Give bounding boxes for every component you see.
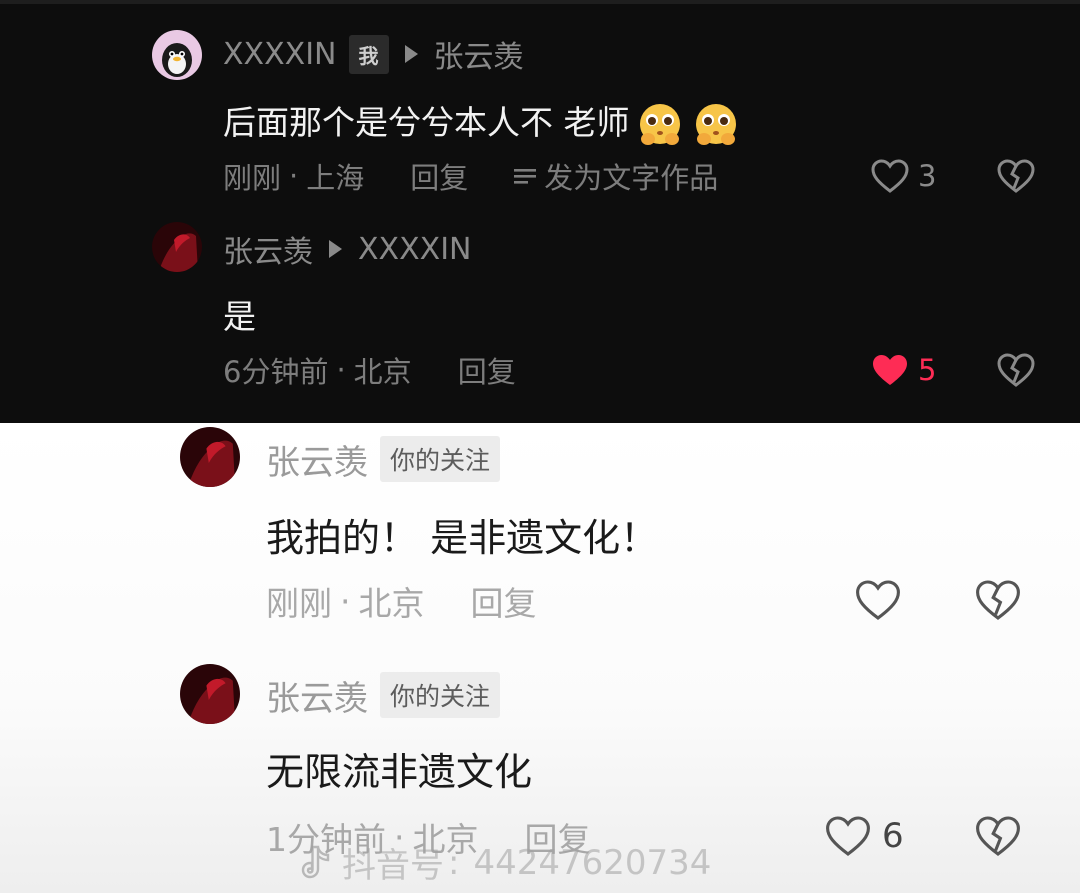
comment-body: 无限流非遗文化 bbox=[266, 750, 533, 794]
username[interactable]: 张云羡 bbox=[223, 227, 313, 271]
comment-text: 是 bbox=[223, 290, 256, 338]
top-divider bbox=[0, 0, 1080, 4]
comment-location: 北京 bbox=[353, 355, 412, 389]
like-button[interactable] bbox=[854, 575, 912, 625]
reply-arrow-icon bbox=[329, 240, 342, 258]
publish-as-text-label: 发为文字作品 bbox=[544, 161, 719, 195]
dot-separator: · bbox=[336, 353, 346, 387]
watermark-id: 44247620734 bbox=[473, 842, 712, 883]
comment-time: 6分钟前 bbox=[223, 355, 329, 389]
like-button[interactable]: 3 bbox=[870, 156, 936, 196]
dislike-button[interactable] bbox=[974, 575, 1022, 625]
broken-heart-icon bbox=[997, 353, 1035, 387]
reply-arrow-icon bbox=[404, 45, 418, 63]
lines-icon bbox=[514, 169, 537, 184]
comment-location: 上海 bbox=[306, 161, 365, 195]
like-count: 3 bbox=[918, 159, 937, 193]
like-button[interactable]: 6 bbox=[824, 811, 904, 861]
watermark-platform: 抖音号 bbox=[342, 846, 444, 886]
avatar[interactable] bbox=[180, 427, 240, 487]
reply-to-username[interactable]: XXXXIN bbox=[358, 232, 472, 267]
comment-time: 刚刚 bbox=[223, 161, 282, 195]
pleading-face-emoji-icon bbox=[639, 103, 680, 145]
douyin-logo-icon bbox=[301, 845, 330, 878]
broken-heart-icon bbox=[976, 580, 1020, 620]
dark-comment-section: XXXXIN 我 张云羡 后面那个是兮兮本人不 老师 刚刚 · 上海 回复 发为… bbox=[0, 0, 1080, 423]
comment-footer: 刚刚 · 北京 回复 bbox=[266, 577, 537, 625]
comment-header: XXXXIN 我 张云羡 bbox=[223, 32, 524, 76]
dislike-button[interactable] bbox=[996, 350, 1036, 390]
comment-text: 我拍的！ 是非遗文化！ bbox=[266, 507, 658, 562]
watermark-colon: : bbox=[448, 842, 460, 883]
broken-heart-icon bbox=[997, 159, 1035, 193]
follow-tag: 你的关注 bbox=[380, 436, 501, 482]
comment-footer: 刚刚 · 上海 回复 发为文字作品 bbox=[223, 156, 718, 196]
username[interactable]: XXXXIN bbox=[223, 37, 337, 72]
dark-red-avatar-icon bbox=[180, 664, 240, 724]
like-count: 5 bbox=[918, 353, 937, 387]
comment-body: 后面那个是兮兮本人不 老师 bbox=[223, 103, 630, 142]
heart-outline-icon bbox=[871, 159, 909, 193]
comment-text: 后面那个是兮兮本人不 老师 bbox=[223, 96, 742, 148]
heart-outline-icon bbox=[856, 580, 900, 620]
light-comment-section: 张云羡 你的关注 我拍的！ 是非遗文化！ 刚刚 · 北京 回复 张云羡 你的关注 bbox=[0, 423, 1080, 893]
username[interactable]: 张云羡 bbox=[266, 435, 368, 484]
reply-button[interactable]: 回复 bbox=[410, 155, 468, 197]
avatar[interactable] bbox=[152, 30, 202, 80]
dot-separator: · bbox=[289, 159, 299, 193]
comment-body: 我拍的！ 是非遗文化！ bbox=[266, 516, 659, 560]
comment-location: 北京 bbox=[358, 584, 425, 623]
dislike-button[interactable] bbox=[974, 811, 1022, 861]
pleading-face-emoji-icon bbox=[695, 103, 736, 145]
heart-outline-icon bbox=[826, 816, 870, 856]
dot-separator: · bbox=[340, 581, 351, 621]
username[interactable]: 张云羡 bbox=[266, 671, 368, 720]
comment-text: 无限流非遗文化 bbox=[266, 741, 532, 796]
comment-time: 刚刚 bbox=[266, 584, 332, 623]
reply-to-username[interactable]: 张云羡 bbox=[434, 32, 524, 76]
like-count: 6 bbox=[882, 816, 904, 856]
reply-button[interactable]: 回复 bbox=[471, 577, 537, 625]
avatar[interactable] bbox=[180, 664, 240, 724]
heart-filled-icon bbox=[873, 355, 907, 385]
comment-footer: 6分钟前 · 北京 回复 bbox=[223, 350, 516, 390]
avatar[interactable] bbox=[152, 222, 202, 272]
me-tag: 我 bbox=[348, 34, 389, 74]
broken-heart-icon bbox=[976, 816, 1020, 856]
dislike-button[interactable] bbox=[996, 156, 1036, 196]
like-button[interactable]: 5 bbox=[870, 350, 936, 390]
dark-red-avatar-icon bbox=[180, 427, 240, 487]
comment-header: 张云羡 XXXXIN bbox=[223, 227, 472, 271]
penguin-avatar-icon bbox=[152, 30, 202, 80]
dark-red-avatar-icon bbox=[152, 222, 202, 272]
reply-button[interactable]: 回复 bbox=[458, 349, 516, 391]
douyin-watermark: 抖音号 : 44247620734 bbox=[300, 838, 711, 887]
comment-header: 张云羡 你的关注 bbox=[266, 435, 501, 484]
comment-header: 张云羡 你的关注 bbox=[266, 671, 501, 720]
publish-as-text-button[interactable]: 发为文字作品 bbox=[514, 155, 718, 197]
comment-body: 是 bbox=[223, 297, 256, 336]
follow-tag: 你的关注 bbox=[380, 672, 501, 718]
